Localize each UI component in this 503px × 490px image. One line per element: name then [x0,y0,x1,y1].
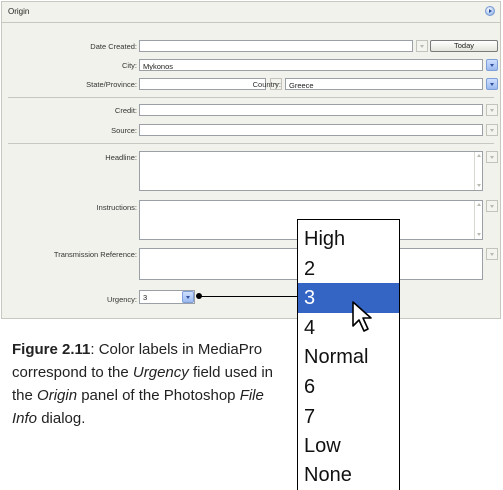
instructions-label: Instructions: [96,203,137,212]
source-label: Source: [111,126,137,135]
instructions-menu-button[interactable] [486,200,498,212]
urgency-option[interactable]: Normal [298,342,399,372]
figure-caption: Figure 2.11: Color labels in MediaPro co… [12,338,288,430]
connector-line [199,296,297,297]
instructions-scrollbar[interactable] [474,201,483,239]
dropdown-arrow-icon[interactable] [182,291,194,303]
city-label: City: [122,61,137,70]
collapse-icon[interactable] [485,6,495,16]
urgency-option[interactable]: High [298,224,399,254]
panel-title: Origin [8,7,30,16]
urgency-value: 3 [143,293,148,302]
state-label: State/Province: [86,80,137,89]
panel-header: Origin [2,2,500,23]
credit-label: Credit: [114,106,137,115]
separator [8,143,494,144]
headline-field[interactable] [139,151,483,191]
country-dropdown-icon[interactable] [486,78,498,90]
scroll-down-icon[interactable] [476,231,483,238]
source-menu-button[interactable] [486,124,498,136]
date-created-field[interactable] [139,40,413,52]
transmission-menu-button[interactable] [486,248,498,260]
origin-panel: Origin Date Created: Today City: Mykonos… [1,1,501,319]
urgency-options-list: High 2 3 4 Normal 6 7 Low None [297,219,400,490]
headline-menu-button[interactable] [486,151,498,163]
scroll-down-icon[interactable] [476,182,483,189]
urgency-option[interactable]: Low [298,431,399,461]
caption-text: dialog. [37,410,86,427]
separator [8,97,494,98]
caption-text: panel of the Photoshop [77,387,240,404]
country-field[interactable]: Greece [285,78,483,90]
urgency-select[interactable]: 3 [139,290,195,304]
caption-urgency: Urgency [132,364,189,381]
urgency-option[interactable]: None [298,460,399,490]
state-field[interactable] [139,78,266,90]
urgency-option[interactable]: 2 [298,254,399,284]
credit-menu-button[interactable] [486,104,498,116]
urgency-option[interactable]: 6 [298,372,399,402]
urgency-option[interactable]: 4 [298,313,399,343]
date-created-menu-button[interactable] [416,40,428,52]
urgency-option-selected[interactable]: 3 [298,283,399,313]
scroll-up-icon[interactable] [476,152,483,159]
headline-label: Headline: [105,153,137,162]
credit-field[interactable] [139,104,483,116]
figure-number: Figure 2.11 [12,341,91,358]
source-field[interactable] [139,124,483,136]
urgency-option[interactable]: 7 [298,402,399,432]
caption-origin: Origin [37,387,78,404]
city-dropdown-icon[interactable] [486,59,498,71]
scroll-up-icon[interactable] [476,201,483,208]
mouse-cursor-icon [352,301,372,332]
today-button[interactable]: Today [430,40,498,52]
date-created-label: Date Created: [90,42,137,51]
headline-scrollbar[interactable] [474,152,483,190]
city-field[interactable]: Mykonos [139,59,483,71]
transmission-label: Transmission Reference: [53,250,137,259]
country-label: Country: [252,80,281,89]
urgency-label: Urgency: [106,295,137,304]
